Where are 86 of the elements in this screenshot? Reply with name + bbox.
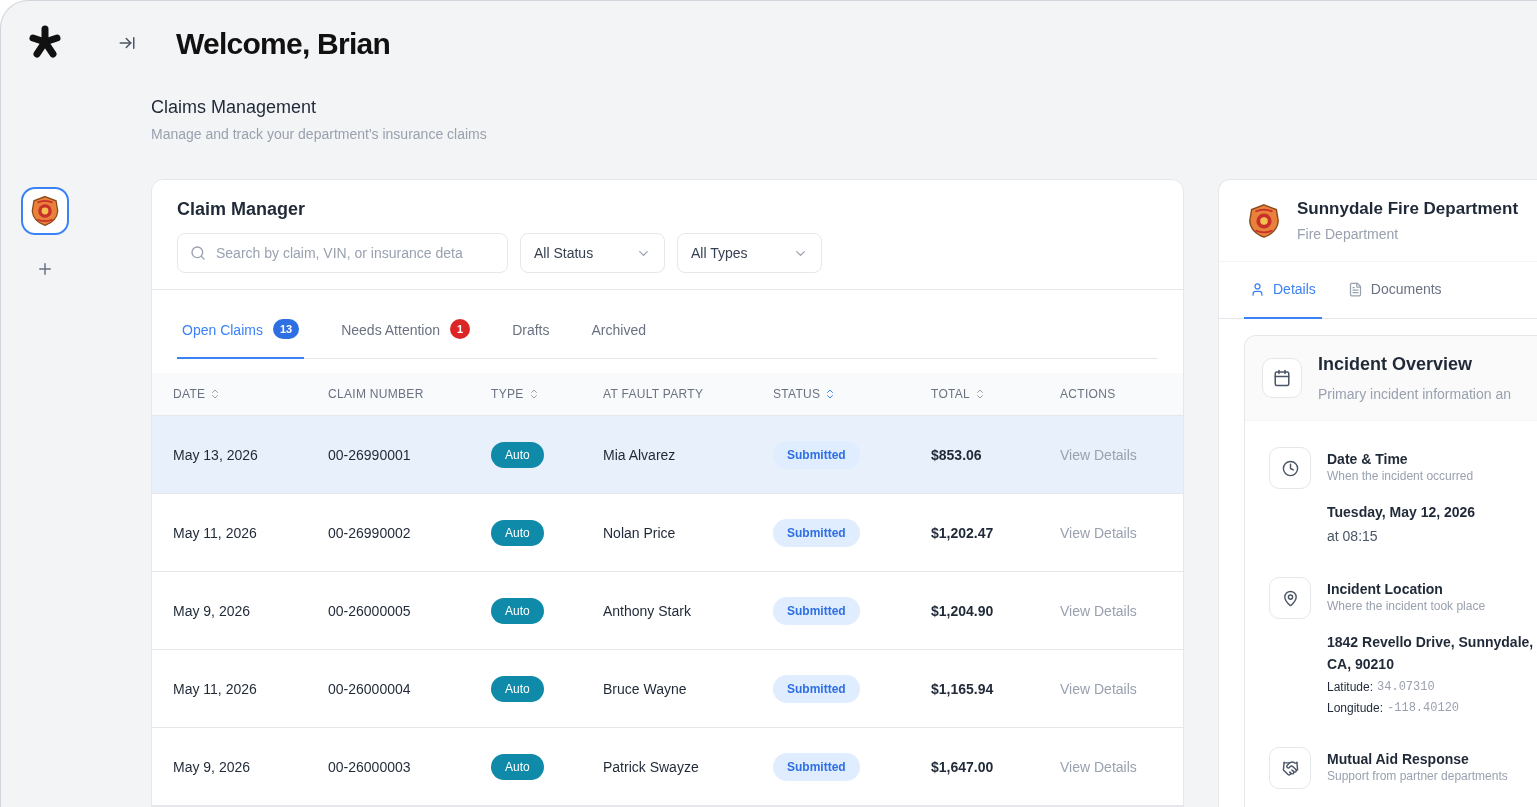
handshake-icon: [1281, 759, 1299, 777]
time-note: at 08:15: [1327, 527, 1379, 546]
view-details-link[interactable]: View Details: [1060, 524, 1137, 541]
total-cell: $1,204.90: [931, 602, 994, 619]
department-name: Sunnydale Fire Department: [1297, 197, 1519, 220]
overview-title: Incident Overview: [1318, 353, 1474, 376]
claims-tab[interactable]: Drafts: [507, 314, 555, 359]
welcome-title: Welcome, Brian: [176, 25, 391, 62]
section-subtitle: When the incident occurred: [1327, 468, 1475, 484]
claim-row[interactable]: May 13, 2026 00-26990001 Auto Mia Alvarez Submitted $853.06 View Details: [152, 416, 1183, 494]
date-cell: May 13, 2026: [173, 446, 258, 463]
filter-dropdown[interactable]: All Status: [520, 233, 665, 273]
section-subtitle: Where the incident took place: [1327, 598, 1487, 614]
page-title: Claims Management: [151, 96, 318, 119]
expand-icon: [118, 34, 136, 52]
department-type: Fire Department: [1297, 225, 1400, 245]
section-value: Tuesday, May 12, 2026: [1327, 503, 1477, 522]
party-cell: Nolan Price: [603, 524, 676, 541]
section-title: Mutual Aid Response: [1327, 750, 1470, 768]
total-cell: $1,202.47: [931, 524, 994, 541]
claims-tab[interactable]: Open Claims 13: [177, 314, 305, 359]
sortable-column-header[interactable]: TOTAL: [931, 385, 987, 403]
claim-number-cell: 00-26000003: [328, 758, 411, 775]
document-icon: [1347, 282, 1363, 297]
overview-subtitle: Primary incident information an: [1318, 385, 1511, 404]
claim-number-cell: 00-26990002: [328, 524, 411, 541]
workspace-button[interactable]: [21, 187, 69, 235]
asterisk-logo: [28, 25, 62, 59]
section-title: Incident Location: [1327, 580, 1444, 598]
claims-tab[interactable]: Needs Attention 1: [336, 314, 476, 359]
status-badge: Submitted: [773, 674, 860, 703]
clock-icon: [1281, 459, 1299, 477]
party-cell: Bruce Wayne: [603, 680, 687, 697]
date-cell: May 11, 2026: [173, 680, 257, 697]
date-cell: May 9, 2026: [173, 602, 251, 619]
sortable-column-header[interactable]: STATUS: [773, 385, 837, 403]
coordinate-label: Latitude:: [1327, 679, 1374, 696]
count-badge: 1: [450, 319, 471, 339]
calendar-icon: [1273, 369, 1291, 387]
panel-tab[interactable]: Documents: [1341, 262, 1448, 319]
section-title: Date & Time: [1327, 450, 1409, 468]
column-header: AT FAULT PARTY: [603, 386, 704, 403]
claim-number-cell: 00-26990001: [328, 446, 411, 463]
date-cell: May 11, 2026: [173, 524, 257, 541]
map-pin-icon: [1281, 589, 1299, 607]
status-badge: Submitted: [773, 752, 860, 781]
coordinate-label: Longitude:: [1327, 700, 1384, 717]
search-field[interactable]: Search by claim, VIN, or insurance deta: [177, 233, 508, 273]
section-subtitle: Support from partner departments: [1327, 768, 1508, 784]
sortable-column-header[interactable]: TYPE: [491, 385, 540, 403]
coordinate-value: -118.40120: [1387, 700, 1460, 717]
status-badge: Submitted: [773, 440, 860, 469]
search-icon: [190, 245, 206, 261]
count-badge: 13: [272, 319, 300, 339]
claims-tab[interactable]: Archived: [586, 314, 651, 359]
claim-number-cell: 00-26000005: [328, 602, 411, 619]
section-value: 1842 Revello Drive, Sunnydale, CA, 90210: [1327, 633, 1535, 674]
card-title: Claim Manager: [177, 198, 307, 221]
person-icon: [1250, 282, 1265, 297]
page-subtitle: Manage and track your department's insurance claims: [151, 125, 488, 143]
total-cell: $853.06: [931, 446, 982, 463]
filter-dropdown[interactable]: All Types: [677, 233, 822, 273]
party-cell: Anthony Stark: [603, 602, 691, 619]
coordinate-value: 34.07310: [1377, 679, 1435, 696]
view-details-link[interactable]: View Details: [1060, 680, 1137, 697]
column-header: ACTIONS: [1060, 386, 1116, 403]
search-input[interactable]: Search by claim, VIN, or insurance deta: [216, 242, 495, 264]
panel-tab[interactable]: Details: [1244, 262, 1322, 319]
claim-number-cell: 00-26000004: [328, 680, 411, 697]
view-details-link[interactable]: View Details: [1060, 758, 1137, 775]
view-details-link[interactable]: View Details: [1060, 602, 1137, 619]
sortable-column-header[interactable]: DATE: [173, 385, 222, 403]
party-cell: Patrick Swayze: [603, 758, 699, 775]
type-badge: Auto: [491, 519, 544, 546]
type-badge: Auto: [491, 441, 544, 468]
type-badge: Auto: [491, 597, 544, 624]
total-cell: $1,647.00: [931, 758, 994, 775]
status-badge: Submitted: [773, 596, 860, 625]
plus-icon: [36, 260, 54, 278]
date-cell: May 9, 2026: [173, 758, 251, 775]
column-header: CLAIM NUMBER: [328, 386, 424, 403]
party-cell: Mia Alvarez: [603, 446, 676, 463]
total-cell: $1,165.94: [931, 680, 994, 697]
type-badge: Auto: [491, 675, 544, 702]
status-badge: Submitted: [773, 518, 860, 547]
type-badge: Auto: [491, 753, 544, 780]
